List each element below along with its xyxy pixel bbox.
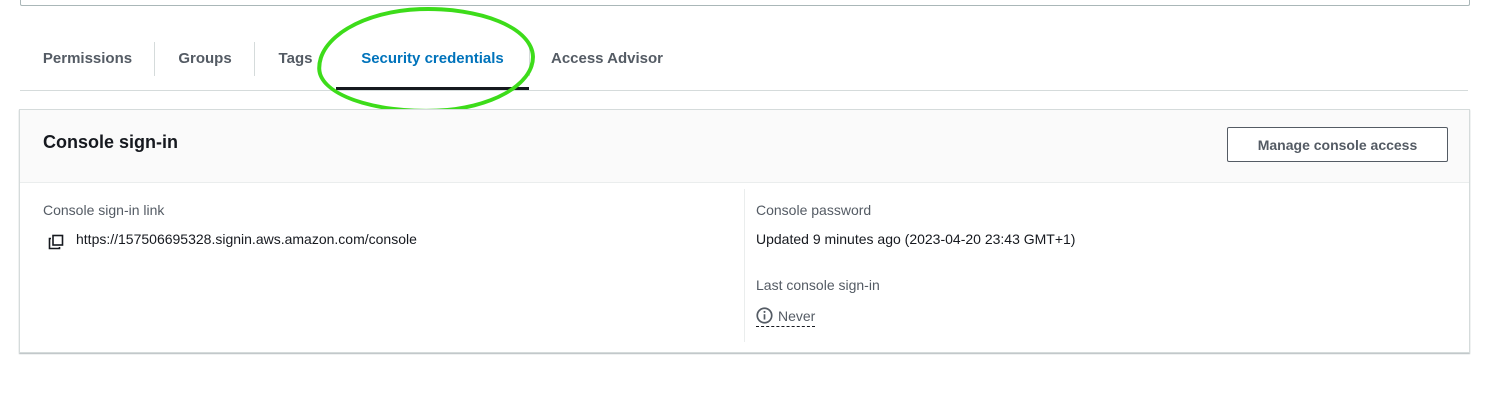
copy-icon[interactable]: [48, 234, 64, 250]
signin-link-value[interactable]: https://157506695328.signin.aws.amazon.c…: [76, 231, 417, 247]
tab-bar: Permissions Groups Tags Security credent…: [20, 28, 1468, 91]
console-signin-panel: Console sign-in Manage console access Co…: [19, 109, 1470, 353]
info-icon: [756, 307, 773, 324]
panel-title: Console sign-in: [43, 132, 178, 152]
manage-console-access-button[interactable]: Manage console access: [1227, 127, 1448, 162]
previous-panel-edge: [20, 0, 1470, 6]
column-divider: [744, 189, 745, 342]
tab-access-advisor[interactable]: Access Advisor: [529, 42, 685, 76]
last-signin-label: Last console sign-in: [756, 277, 880, 293]
panel-header: Console sign-in Manage console access: [20, 110, 1469, 183]
tab-permissions[interactable]: Permissions: [20, 42, 155, 76]
active-tab-indicator: [336, 87, 529, 90]
last-signin-value[interactable]: Never: [756, 307, 816, 327]
tab-security-credentials[interactable]: Security credentials: [336, 42, 529, 76]
signin-link-label: Console sign-in link: [43, 202, 165, 218]
console-password-value: Updated 9 minutes ago (2023-04-20 23:43 …: [756, 231, 1076, 247]
tab-tags[interactable]: Tags: [255, 42, 336, 76]
console-password-label: Console password: [756, 202, 872, 218]
last-signin-text: Never: [778, 307, 816, 324]
tab-groups[interactable]: Groups: [155, 42, 255, 76]
